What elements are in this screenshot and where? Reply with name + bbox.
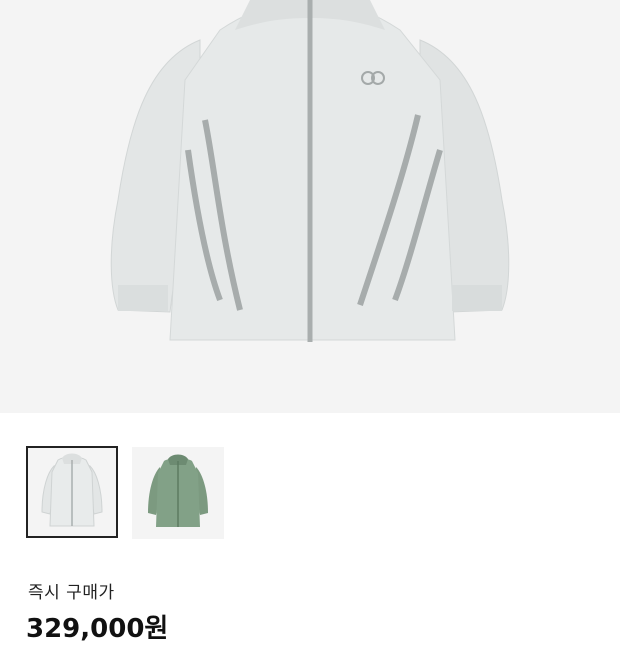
instant-purchase-label: 즉시 구매가 bbox=[28, 583, 115, 603]
thumbnail-sage-green[interactable] bbox=[132, 447, 224, 539]
jacket-illustration bbox=[110, 0, 510, 342]
green-jacket-icon bbox=[148, 454, 208, 527]
instant-purchase-price: 329,000원 bbox=[26, 614, 169, 644]
thumbnail-light-gray[interactable] bbox=[26, 446, 118, 538]
light-gray-jacket-icon bbox=[41, 453, 103, 527]
product-main-image bbox=[0, 0, 620, 413]
